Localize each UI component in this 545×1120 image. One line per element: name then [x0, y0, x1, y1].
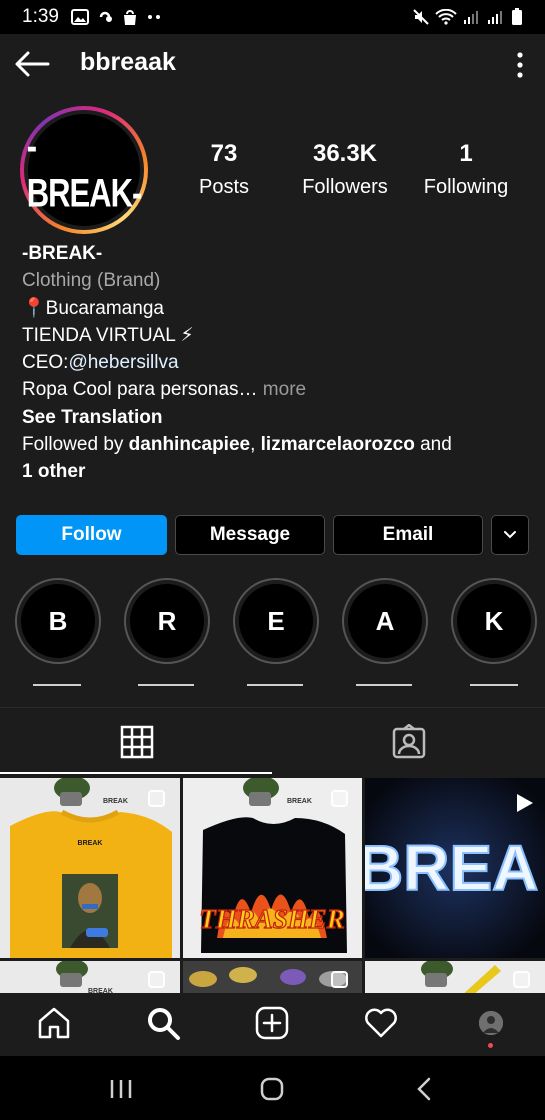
active-tab-indicator [0, 772, 272, 774]
suggested-accounts-button[interactable] [491, 515, 529, 555]
ceo-prefix: CEO: [22, 352, 69, 374]
story-highlight[interactable]: R [124, 578, 210, 664]
post-thumbnail[interactable]: BREA [365, 778, 545, 958]
story-highlight[interactable]: K [451, 578, 537, 664]
profile-ceo-line: CEO:@hebersillva [22, 349, 532, 376]
neon-sign-text: BREA [365, 832, 538, 904]
profile-category: Clothing (Brand) [22, 270, 161, 292]
back-button-icon[interactable] [410, 1076, 440, 1102]
highlight-label [247, 684, 303, 686]
chevron-down-icon [504, 531, 516, 539]
followed-by-separator: , [250, 434, 261, 456]
status-bar: 1:39 [0, 0, 545, 34]
wifi-icon [435, 9, 457, 25]
video-play-icon [517, 794, 533, 812]
tag-label: BREAK [103, 798, 128, 805]
avatar-story-ring[interactable]: -BREAK- [20, 106, 148, 234]
link-icon [99, 11, 112, 22]
profile-name: -BREAK- [22, 243, 103, 264]
profile-avatar-image [479, 1011, 503, 1035]
profile-bio: -BREAK- Clothing (Brand) 📍Bucaramanga TI… [22, 240, 532, 486]
notification-dot [488, 1043, 493, 1048]
follow-button[interactable]: Follow [16, 515, 167, 555]
followers-stat[interactable]: 36.3K Followers [285, 140, 405, 199]
status-time: 1:39 [22, 6, 59, 27]
image-icon [70, 9, 89, 25]
followers-label: Followers [302, 176, 388, 198]
new-post-icon[interactable] [254, 1005, 290, 1041]
following-count: 1 [459, 140, 473, 167]
highlight-letter: B [21, 584, 95, 658]
recent-apps-icon[interactable] [106, 1076, 136, 1102]
multi-post-icon [513, 971, 530, 988]
thrasher-shirt-text: THRASHER [199, 904, 345, 934]
posts-stat[interactable]: 73 Posts [164, 140, 284, 199]
highlight-letter: E [239, 584, 313, 658]
search-icon[interactable] [145, 1005, 181, 1041]
signal-icon [464, 11, 478, 24]
grid-icon[interactable] [117, 724, 157, 760]
profile-screen: bbreaak -BREAK- 73 Posts 36.3K Followers… [0, 34, 545, 1056]
followed-by-line: Followed by danhincapiee, lizmarcelaoroz… [22, 431, 532, 458]
highlight-letter: A [348, 584, 422, 658]
mutual-follower-link[interactable]: danhincapiee [129, 434, 250, 455]
bag-icon [123, 10, 136, 25]
followed-by-others-link[interactable]: 1 other [22, 458, 532, 485]
highlight-letter: K [457, 584, 531, 658]
profile-username: bbreaak [80, 48, 176, 76]
posts-label: Posts [198, 176, 250, 198]
highlight-label [356, 684, 412, 686]
story-highlight[interactable]: A [342, 578, 428, 664]
multi-post-icon [331, 790, 348, 807]
profile-location: 📍Bucaramanga [22, 297, 164, 319]
followers-count: 36.3K [312, 140, 378, 167]
home-icon[interactable] [36, 1005, 72, 1041]
bottom-navigation [0, 993, 545, 1056]
avatar: -BREAK- [26, 114, 143, 226]
profile-store-line: TIENDA VIRTUAL ⚡ [22, 324, 194, 346]
signal-icon [488, 11, 502, 24]
more-dots-icon [147, 15, 160, 19]
tag-label: BREAK [287, 798, 312, 805]
posts-count: 73 [210, 140, 238, 167]
followed-by-and: and [414, 434, 452, 456]
multi-post-icon [148, 971, 165, 988]
following-label: Following [423, 176, 509, 198]
avatar-logo-text: -BREAK- [26, 123, 143, 216]
profile-tagline: Ropa Cool para personas… [22, 379, 258, 401]
bio-more-link[interactable]: more [258, 379, 306, 400]
story-highlight[interactable]: B [15, 578, 101, 664]
followed-by-prefix: Followed by [22, 434, 129, 456]
battery-icon [512, 8, 522, 25]
highlight-label [138, 684, 194, 686]
post-thumbnail[interactable]: BREAK BREAK [0, 778, 180, 958]
system-navigation-bar [0, 1056, 545, 1120]
mute-icon [413, 9, 429, 25]
highlight-label [33, 684, 81, 686]
story-highlight[interactable]: E [233, 578, 319, 664]
profile-tagline-line: Ropa Cool para personas… more [22, 376, 532, 403]
email-button[interactable]: Email [333, 515, 483, 555]
multi-post-icon [331, 971, 348, 988]
vertical-dots-icon[interactable] [510, 50, 530, 80]
post-thumbnail[interactable]: THRASHER BREAK [183, 778, 362, 958]
arrow-left-icon[interactable] [14, 50, 50, 78]
tagged-icon[interactable] [389, 724, 429, 760]
mutual-follower-link[interactable]: lizmarcelaorozco [261, 434, 415, 455]
ceo-handle-link[interactable]: @hebersillva [68, 352, 178, 373]
message-button[interactable]: Message [175, 515, 325, 555]
multi-post-icon [148, 790, 165, 807]
highlight-letter: R [130, 584, 204, 658]
shirt-logo-text: BREAK [78, 840, 103, 847]
tabs-divider [0, 707, 545, 708]
see-translation-link[interactable]: See Translation [22, 404, 532, 431]
activity-heart-icon[interactable] [363, 1005, 399, 1041]
home-button-icon[interactable] [257, 1076, 287, 1102]
following-stat[interactable]: 1 Following [406, 140, 526, 199]
profile-avatar[interactable] [477, 1009, 505, 1037]
highlight-label [470, 684, 518, 686]
